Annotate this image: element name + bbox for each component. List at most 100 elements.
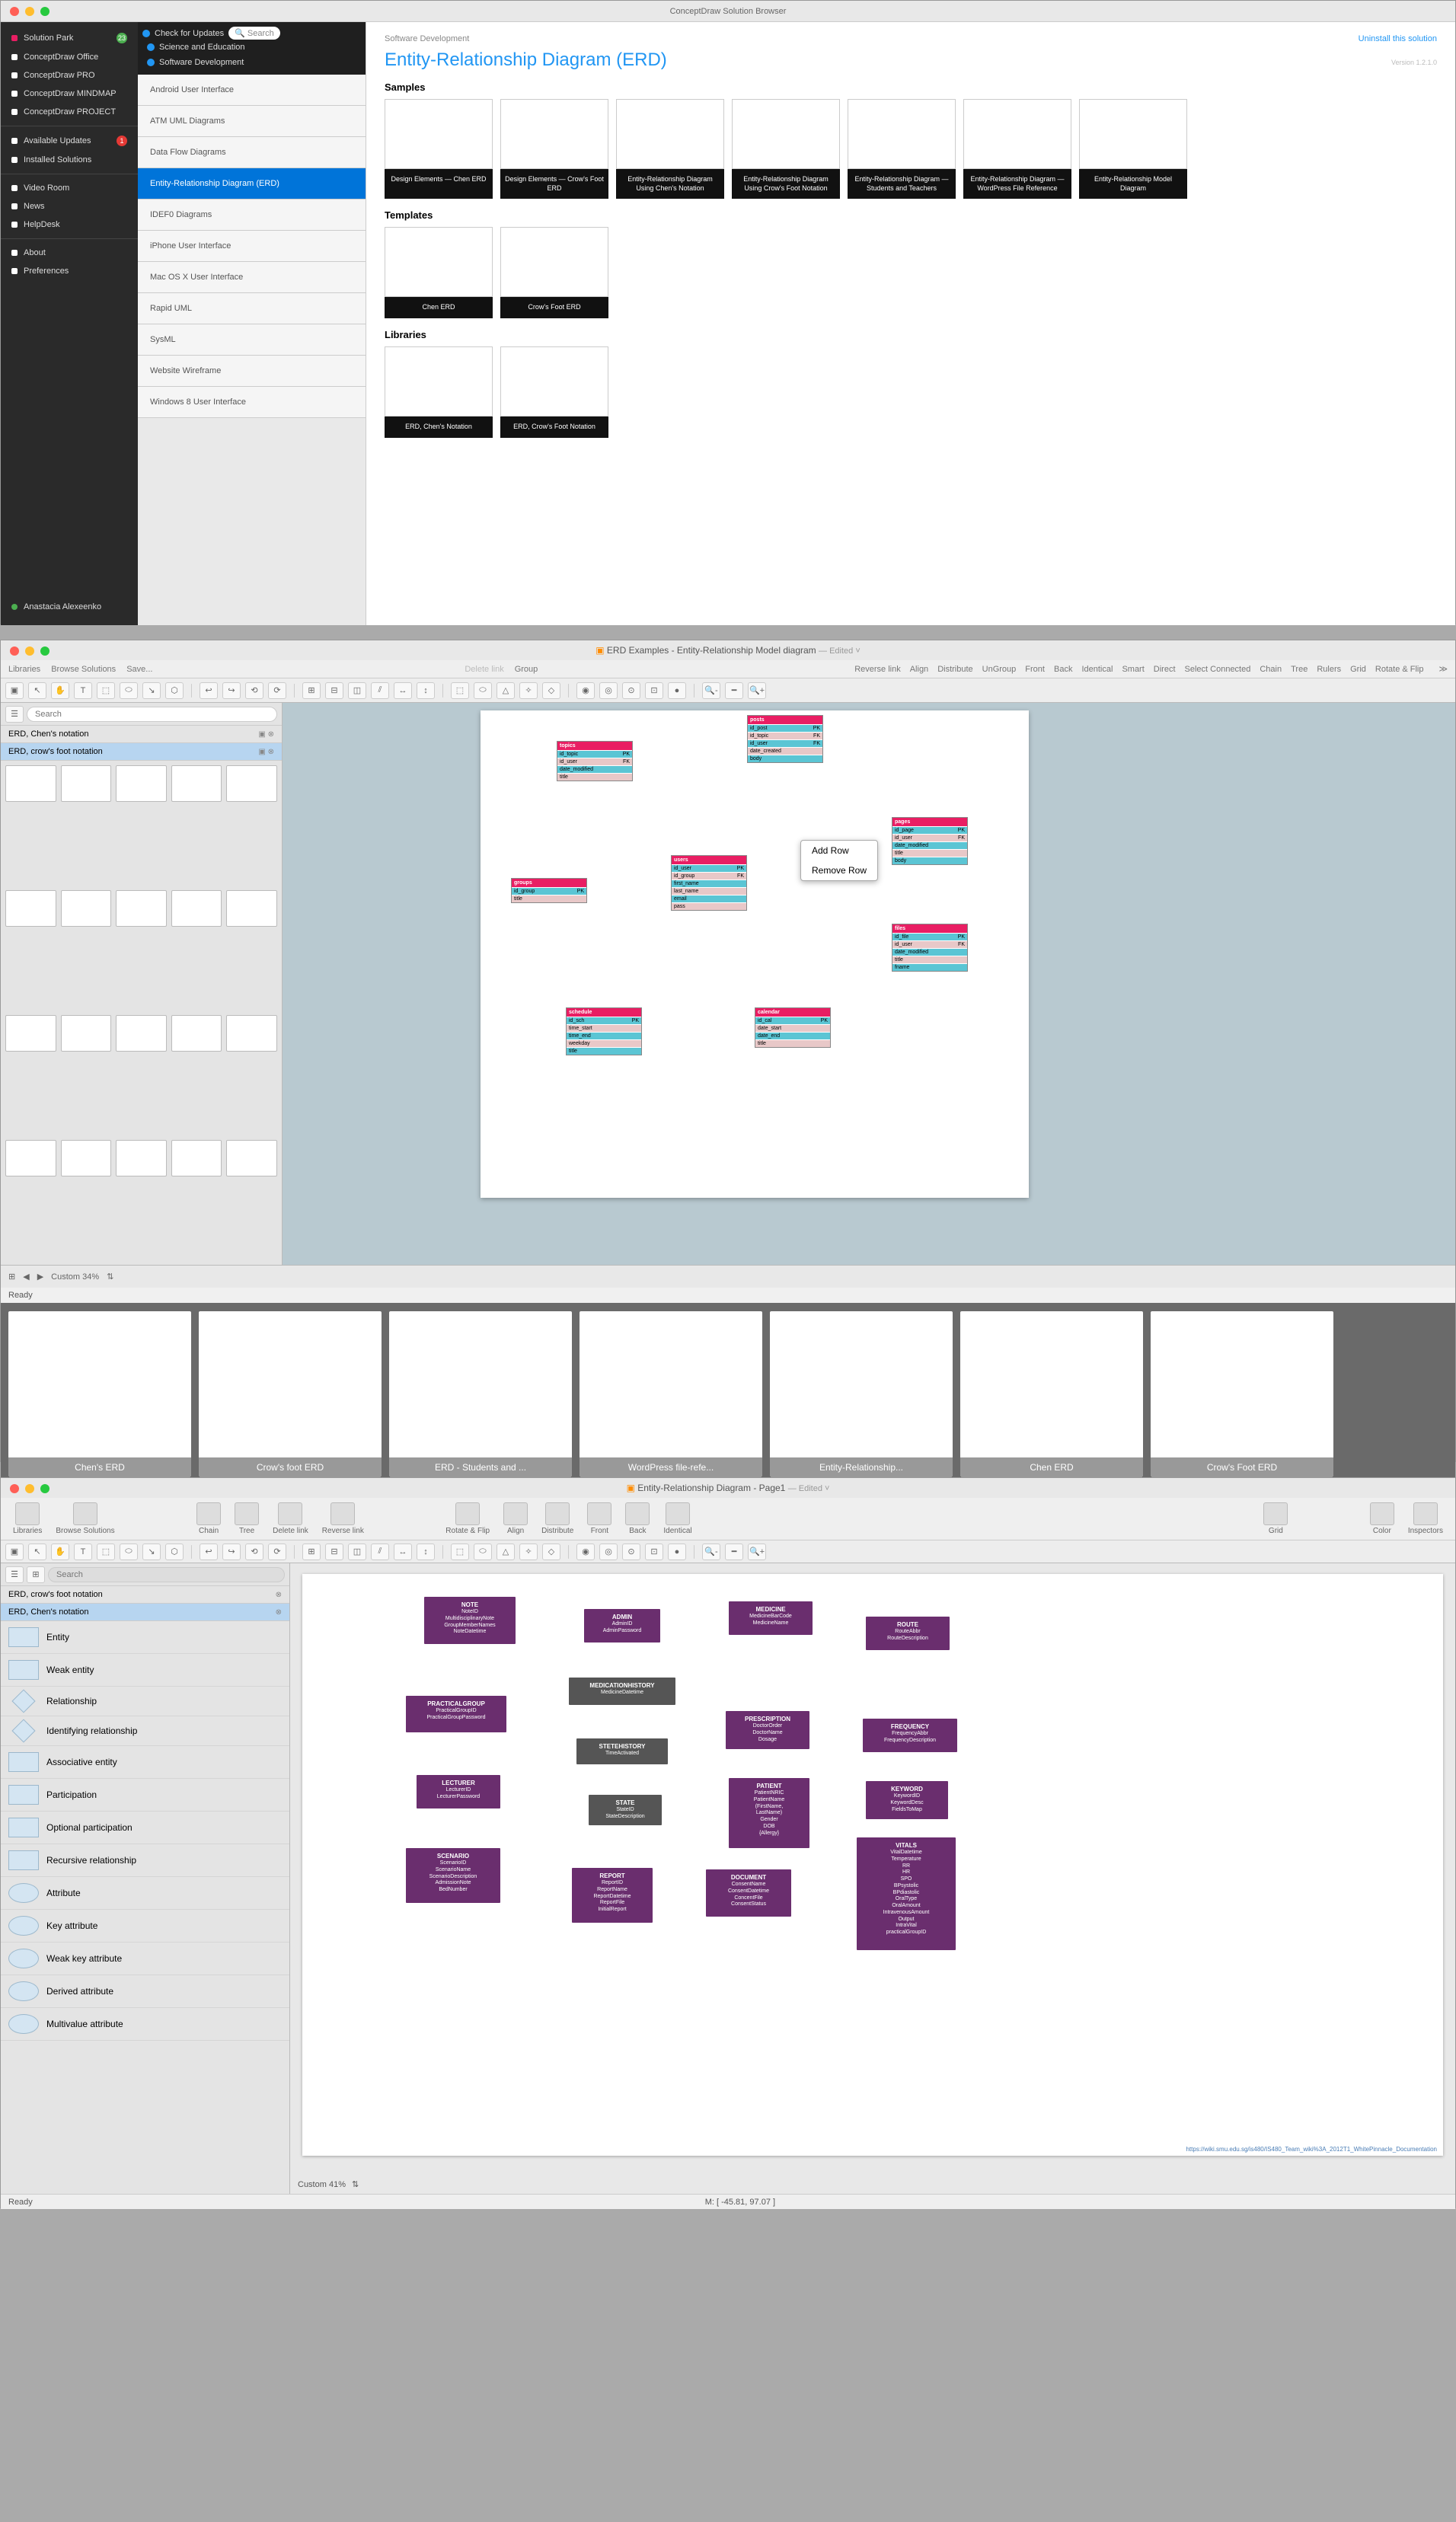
chen-entity[interactable]: LECTURERLecturerID LecturerPassword: [417, 1775, 500, 1808]
cat-software[interactable]: Software Development: [142, 55, 361, 70]
menu-item[interactable]: Identical: [1081, 665, 1113, 674]
close-icon[interactable]: [10, 7, 19, 16]
zoom-icon[interactable]: [40, 1484, 49, 1493]
thumbnail[interactable]: Entity-Relationship Model Diagram: [1079, 99, 1187, 199]
toolbar-icon[interactable]: ⬡: [165, 682, 184, 699]
toolbar-icon[interactable]: ⊞: [302, 682, 321, 699]
toolbar-icon[interactable]: ✧: [519, 1544, 538, 1560]
thumbnail[interactable]: Entity-Relationship Diagram Using Crow's…: [732, 99, 840, 199]
menu-item[interactable]: Front: [1025, 665, 1045, 674]
toolbar-icon[interactable]: △: [497, 682, 515, 699]
toolbar-icon[interactable]: ⬭: [474, 682, 492, 699]
toolbar-icon[interactable]: ⊡: [645, 682, 663, 699]
chen-entity[interactable]: NOTENoteID MultidisciplinaryNote GroupMe…: [424, 1597, 516, 1644]
toolbar-icon[interactable]: ◎: [599, 682, 618, 699]
toolbar-icon[interactable]: ⬭: [120, 682, 138, 699]
toolbar-icon[interactable]: ◇: [542, 682, 560, 699]
menu-item[interactable]: Select Connected: [1185, 665, 1251, 674]
toolbar-icon[interactable]: 🔍+: [748, 1544, 766, 1560]
stencil-shape[interactable]: [116, 890, 167, 927]
gallery-item[interactable]: Entity-Relationship...: [770, 1311, 953, 1477]
breadcrumb[interactable]: Software Development: [385, 34, 1437, 43]
toolbar-front[interactable]: Front: [587, 1502, 611, 1535]
toolbar-icon[interactable]: T: [74, 682, 92, 699]
lib-tab-chen[interactable]: ERD, Chen's notation⊗: [1, 1604, 289, 1621]
view-list-icon[interactable]: ☰: [5, 706, 24, 723]
menu-item[interactable]: Rotate & Flip: [1375, 665, 1424, 674]
toolbar-icon[interactable]: ●: [668, 1544, 686, 1560]
toolbar-icon[interactable]: ↖: [28, 1544, 46, 1560]
toolbar-icon[interactable]: ⟳: [268, 682, 286, 699]
toolbar-rotate-flip[interactable]: Rotate & Flip: [445, 1502, 490, 1535]
nav-mindmap[interactable]: ConceptDraw MINDMAP: [1, 85, 138, 103]
gallery-item[interactable]: Crow's foot ERD: [199, 1311, 382, 1477]
minimize-icon[interactable]: [25, 646, 34, 656]
zoom-icon[interactable]: [40, 7, 49, 16]
nav-video[interactable]: Video Room: [1, 179, 138, 197]
shape-derived-attribute[interactable]: Derived attribute: [1, 1975, 289, 2008]
shape-multivalue-attribute[interactable]: Multivalue attribute: [1, 2008, 289, 2041]
zoom-dropdown[interactable]: Custom 41%: [298, 2180, 346, 2189]
thumbnail[interactable]: Entity-Relationship Diagram — Students a…: [848, 99, 956, 199]
toolbar-icon[interactable]: ⬚: [451, 1544, 469, 1560]
toolbar-icon[interactable]: ↩: [200, 1544, 218, 1560]
entity-calendar[interactable]: calendarid_calPKdate_startdate_endtitle: [755, 1007, 831, 1048]
gallery-item[interactable]: Crow's Foot ERD: [1151, 1311, 1333, 1477]
menu-save[interactable]: Save...: [126, 665, 152, 674]
title-dropdown[interactable]: — Edited ˅: [819, 646, 861, 656]
nav-prefs[interactable]: Preferences: [1, 262, 138, 280]
toolbar-tree[interactable]: Tree: [235, 1502, 259, 1535]
shape-associative-entity[interactable]: Associative entity: [1, 1746, 289, 1779]
menu-item[interactable]: UnGroup: [982, 665, 1017, 674]
chen-entity[interactable]: MEDICINEMedicineBarCode MedicineName: [729, 1601, 813, 1635]
zoom-dropdown[interactable]: Custom 34%: [51, 1272, 99, 1282]
stencil-shape[interactable]: [5, 1015, 56, 1052]
menu-item[interactable]: Smart: [1122, 665, 1144, 674]
solution-list-item[interactable]: SysML: [138, 324, 366, 356]
shape-weak-key-attribute[interactable]: Weak key attribute: [1, 1943, 289, 1975]
toolbar-icon[interactable]: ◎: [599, 1544, 618, 1560]
nav-about[interactable]: About: [1, 244, 138, 262]
solution-list-item[interactable]: Windows 8 User Interface: [138, 387, 366, 418]
shape-recursive-relationship[interactable]: Recursive relationship: [1, 1844, 289, 1877]
toolbar-icon[interactable]: ⊞: [302, 1544, 321, 1560]
toolbar-icon[interactable]: ⊙: [622, 682, 640, 699]
stencil-shape[interactable]: [5, 1140, 56, 1176]
check-updates-link[interactable]: Check for Updates: [155, 29, 224, 38]
menu-delete-link[interactable]: Delete link: [465, 665, 503, 674]
stencil-shape[interactable]: [171, 1140, 222, 1176]
menu-libraries[interactable]: Libraries: [8, 665, 40, 674]
entity-topics[interactable]: topicsid_topicPKid_userFKdate_modifiedti…: [557, 741, 633, 781]
title-dropdown[interactable]: — Edited ˅: [788, 1484, 830, 1493]
toolbar-icon[interactable]: ━: [725, 1544, 743, 1560]
view-mode-icon[interactable]: ⊞: [8, 1272, 15, 1282]
thumbnail[interactable]: Crow's Foot ERD: [500, 227, 608, 318]
solution-list-item[interactable]: Android User Interface: [138, 75, 366, 106]
toolbar-browse-solutions[interactable]: Browse Solutions: [56, 1502, 114, 1535]
next-page-icon[interactable]: ▶: [37, 1272, 43, 1282]
collapse-icon[interactable]: ▣ ⊗: [258, 730, 274, 739]
entity-pages[interactable]: pagesid_pagePKid_userFKdate_modifiedtitl…: [892, 817, 968, 865]
toolbar-color[interactable]: Color: [1370, 1502, 1394, 1535]
nav-news[interactable]: News: [1, 197, 138, 215]
expand-icon[interactable]: ≫: [1439, 664, 1448, 674]
stencil-shape[interactable]: [61, 1015, 112, 1052]
stencil-shape[interactable]: [5, 890, 56, 927]
entity-users[interactable]: usersid_userPKid_groupFKfirst_namelast_n…: [671, 855, 747, 911]
toolbar-identical[interactable]: Identical: [663, 1502, 691, 1535]
canvas-page[interactable]: https://wiki.smu.edu.sg/is480/IS480_Team…: [302, 1574, 1443, 2156]
examples-gallery[interactable]: Chen's ERDCrow's foot ERDERD - Students …: [1, 1303, 1455, 1486]
toolbar-icon[interactable]: ▣: [5, 1544, 24, 1560]
shape-attribute[interactable]: Attribute: [1, 1877, 289, 1910]
toolbar-icon[interactable]: ⬭: [474, 1544, 492, 1560]
toolbar-icon[interactable]: T: [74, 1544, 92, 1560]
toolbar-icon[interactable]: ⟲: [245, 1544, 263, 1560]
gallery-item[interactable]: Chen ERD: [960, 1311, 1143, 1477]
toolbar-icon[interactable]: ▣: [5, 682, 24, 699]
toolbar-icon[interactable]: ↕: [417, 1544, 435, 1560]
chen-entity[interactable]: SCENARIOScenarioID ScenarioName Scenario…: [406, 1848, 500, 1903]
stencil-shape[interactable]: [226, 1140, 277, 1176]
toolbar-icon[interactable]: ⫽: [371, 1544, 389, 1560]
thumbnail[interactable]: Entity-Relationship Diagram Using Chen's…: [616, 99, 724, 199]
menu-item[interactable]: Chain: [1260, 665, 1282, 674]
